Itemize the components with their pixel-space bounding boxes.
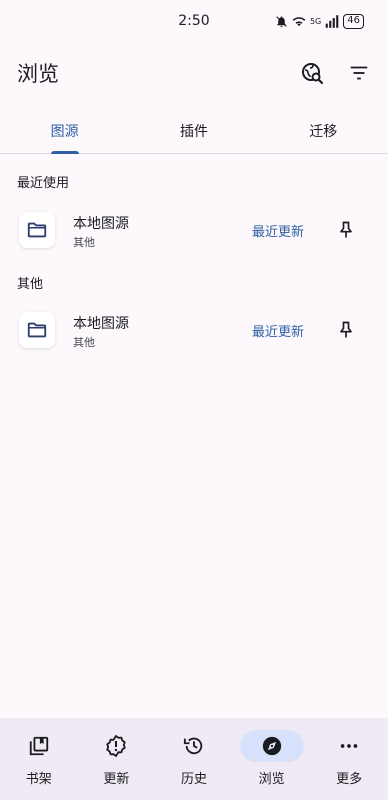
tab-extensions[interactable]: 插件 bbox=[129, 104, 258, 153]
pin-icon bbox=[340, 221, 352, 238]
source-row[interactable]: 本地图源 其他 最近更新 bbox=[0, 300, 388, 360]
source-language: 其他 bbox=[73, 236, 95, 249]
nav-pill bbox=[317, 730, 381, 762]
nav-item-updates[interactable]: 更新 bbox=[78, 718, 156, 800]
nav-label: 浏览 bbox=[258, 772, 285, 787]
nav-item-more[interactable]: 更多 bbox=[310, 718, 388, 800]
tab-bar: 图源 插件 迁移 bbox=[0, 104, 388, 154]
bottom-nav: 书架 更新 历史 浏览 更多 bbox=[0, 718, 388, 800]
pin-icon bbox=[340, 321, 352, 338]
signal-label: 5G bbox=[309, 17, 322, 26]
status-icons: 5G 46 bbox=[275, 14, 364, 29]
nav-label: 更多 bbox=[336, 772, 363, 787]
pin-button[interactable] bbox=[333, 217, 359, 243]
source-language: 其他 bbox=[73, 336, 95, 349]
section-header-recent: 最近使用 bbox=[17, 176, 70, 191]
status-bar: 2:50 5G 46 bbox=[0, 0, 388, 44]
nav-pill bbox=[7, 730, 71, 762]
source-row[interactable]: 本地图源 其他 最近更新 bbox=[0, 200, 388, 260]
source-name: 本地图源 bbox=[73, 316, 129, 332]
global-search-button[interactable] bbox=[299, 60, 325, 86]
filter-button[interactable] bbox=[346, 60, 372, 86]
nav-pill bbox=[84, 730, 148, 762]
app-bar: 浏览 bbox=[0, 44, 388, 100]
nav-pill bbox=[162, 730, 226, 762]
battery-indicator: 46 bbox=[343, 14, 364, 29]
source-icon bbox=[19, 212, 55, 248]
tab-migrate[interactable]: 迁移 bbox=[259, 104, 388, 153]
nav-pill bbox=[239, 730, 304, 762]
page-title: 浏览 bbox=[17, 62, 59, 86]
folder-icon bbox=[27, 222, 47, 238]
section-header-other: 其他 bbox=[17, 277, 44, 292]
nav-label: 书架 bbox=[25, 772, 52, 787]
more-icon bbox=[340, 744, 358, 748]
nav-label: 更新 bbox=[103, 772, 130, 787]
nav-item-history[interactable]: 历史 bbox=[155, 718, 233, 800]
tab-label: 迁移 bbox=[309, 124, 338, 140]
signal-icon bbox=[325, 15, 339, 28]
folder-icon bbox=[27, 322, 47, 338]
wifi-icon bbox=[292, 17, 306, 27]
tab-label: 插件 bbox=[179, 124, 208, 140]
explore-icon bbox=[262, 736, 281, 756]
travel-explore-icon bbox=[302, 63, 324, 85]
library-icon bbox=[29, 736, 48, 756]
history-icon bbox=[183, 737, 203, 755]
pin-button[interactable] bbox=[333, 317, 359, 343]
latest-button[interactable]: 最近更新 bbox=[252, 321, 304, 340]
mute-icon bbox=[276, 16, 287, 27]
nav-label: 历史 bbox=[180, 772, 207, 787]
tab-sources[interactable]: 图源 bbox=[0, 104, 129, 154]
latest-button[interactable]: 最近更新 bbox=[252, 221, 304, 240]
tab-indicator bbox=[50, 151, 79, 154]
source-icon bbox=[19, 312, 55, 348]
filter-icon bbox=[350, 66, 368, 80]
source-name: 本地图源 bbox=[73, 216, 129, 232]
tab-label: 图源 bbox=[50, 124, 79, 140]
nav-item-library[interactable]: 书架 bbox=[0, 718, 78, 800]
nav-item-browse[interactable]: 浏览 bbox=[233, 718, 311, 800]
updates-icon bbox=[106, 735, 127, 757]
